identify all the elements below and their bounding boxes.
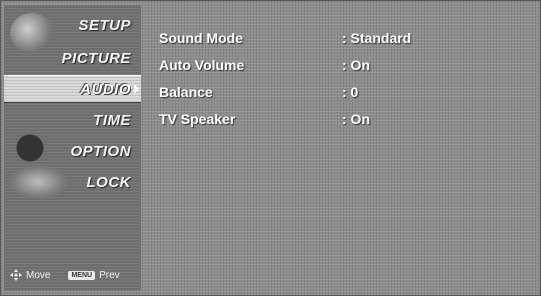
setting-row-sound-mode[interactable]: Sound Mode : Standard [159, 27, 529, 49]
setting-value: : On [342, 57, 370, 73]
setting-name: TV Speaker [159, 111, 236, 127]
setting-row-balance[interactable]: Balance : 0 [159, 81, 529, 103]
setting-value: : 0 [342, 84, 359, 100]
setting-value: : Standard [342, 30, 412, 46]
menu-item-label: PICTURE [61, 49, 131, 67]
setting-row-auto-volume[interactable]: Auto Volume : On [159, 54, 529, 76]
menu-key-icon: MENU [68, 270, 96, 280]
menu-item-setup[interactable]: SETUP [4, 11, 141, 39]
menu-item-audio[interactable]: AUDIO [4, 75, 141, 103]
menu-sidebar: SETUP PICTURE AUDIO TIME OPTION LOCK Mov… [4, 5, 141, 291]
menu-item-lock[interactable]: LOCK [4, 168, 141, 196]
menu-item-option[interactable]: OPTION [4, 137, 141, 165]
menu-item-label: SETUP [78, 16, 131, 34]
setting-name: Auto Volume [159, 57, 245, 73]
move-hint-label: Move [26, 269, 51, 281]
footer-hints: Move MENU Prev [10, 267, 140, 283]
prev-hint-label: Prev [99, 269, 120, 281]
menu-item-time[interactable]: TIME [4, 106, 141, 134]
setting-name: Balance [159, 84, 213, 100]
osd-screen: SETUP PICTURE AUDIO TIME OPTION LOCK Mov… [0, 0, 541, 296]
setting-row-tv-speaker[interactable]: TV Speaker : On [159, 108, 529, 130]
menu-item-label: LOCK [86, 173, 131, 191]
move-arrows-icon [10, 269, 22, 281]
setting-value: : On [342, 111, 370, 127]
menu-item-label: TIME [93, 111, 131, 129]
menu-item-label: OPTION [70, 142, 131, 160]
chevron-right-icon [134, 84, 139, 94]
menu-item-picture[interactable]: PICTURE [4, 44, 141, 72]
audio-settings-panel: Sound Mode : Standard Auto Volume : On B… [147, 5, 537, 291]
menu-item-label: AUDIO [80, 80, 131, 98]
setting-name: Sound Mode [159, 30, 243, 46]
